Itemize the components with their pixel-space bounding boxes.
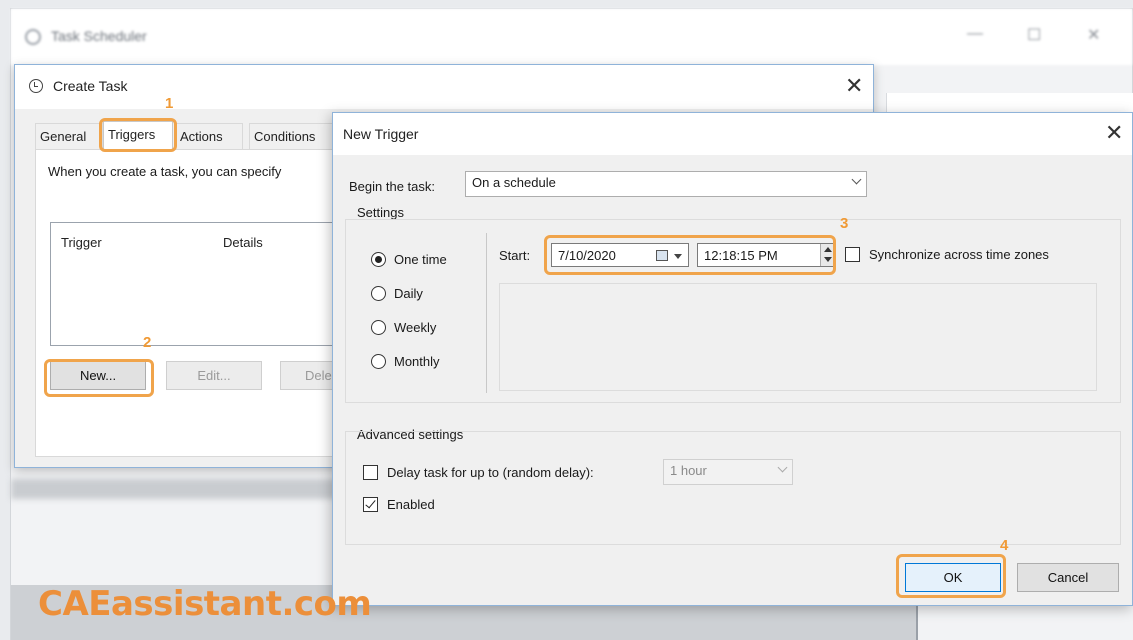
highlight-triggers-tab	[99, 118, 177, 152]
maximize-button[interactable]: ☐	[1027, 25, 1041, 45]
step-1-label: 1	[165, 95, 174, 112]
chevron-down-icon	[777, 462, 788, 473]
triggers-description: When you create a task, you can specify	[48, 164, 282, 179]
task-scheduler-title: Task Scheduler	[51, 28, 147, 44]
tab-conditions[interactable]: Conditions	[249, 123, 339, 149]
radio-circle-icon	[371, 320, 386, 335]
new-trigger-close-button[interactable]: ✕	[1105, 120, 1123, 146]
highlight-new-button	[44, 359, 154, 397]
begin-task-value: On a schedule	[472, 175, 556, 190]
delay-value: 1 hour	[670, 463, 707, 478]
start-label: Start:	[499, 248, 531, 263]
column-header-trigger[interactable]: Trigger	[61, 235, 102, 250]
edit-trigger-button[interactable]: Edit...	[166, 361, 262, 390]
create-task-close-button[interactable]: ✕	[845, 73, 863, 99]
background-strip	[11, 479, 341, 499]
settings-label: Settings	[357, 205, 404, 220]
radio-one-time-label: One time	[394, 252, 447, 267]
chevron-down-icon	[851, 174, 862, 185]
settings-divider	[486, 233, 487, 393]
tab-actions[interactable]: Actions	[175, 123, 243, 149]
close-button[interactable]: ✕	[1087, 25, 1100, 45]
radio-weekly[interactable]: Weekly	[371, 320, 436, 335]
advanced-settings-group	[345, 431, 1121, 545]
step-4-label: 4	[1000, 537, 1009, 554]
radio-monthly[interactable]: Monthly	[371, 354, 440, 369]
radio-weekly-label: Weekly	[394, 320, 437, 335]
enabled-checkbox[interactable]	[363, 497, 378, 512]
delay-label: Delay task for up to (random delay):	[387, 465, 594, 480]
column-header-details[interactable]: Details	[223, 235, 263, 250]
radio-circle-icon	[371, 354, 386, 369]
sync-timezones-checkbox[interactable]	[845, 247, 860, 262]
radio-monthly-label: Monthly	[394, 354, 440, 369]
clock-icon	[29, 79, 43, 93]
create-task-title: Create Task	[53, 78, 128, 94]
new-trigger-titlebar: New Trigger ✕	[333, 113, 1132, 155]
cancel-button[interactable]: Cancel	[1017, 563, 1119, 592]
enabled-label: Enabled	[387, 497, 435, 512]
delay-checkbox[interactable]	[363, 465, 378, 480]
minimize-button[interactable]: —	[967, 25, 983, 43]
task-scheduler-titlebar: Task Scheduler — ☐ ✕	[11, 9, 1132, 65]
step-3-label: 3	[840, 215, 849, 232]
radio-daily-label: Daily	[394, 286, 423, 301]
begin-task-label: Begin the task:	[349, 179, 435, 194]
highlight-ok-button	[896, 554, 1006, 598]
create-task-titlebar: Create Task ✕	[15, 65, 873, 109]
begin-task-select[interactable]: On a schedule	[465, 171, 867, 197]
radio-dot-icon	[371, 252, 386, 267]
radio-circle-icon	[371, 286, 386, 301]
watermark: CAEassistant.com	[38, 584, 372, 624]
radio-one-time[interactable]: One time	[371, 252, 447, 267]
new-trigger-title: New Trigger	[343, 126, 419, 142]
delay-select[interactable]: 1 hour	[663, 459, 793, 485]
tab-general[interactable]: General	[35, 123, 103, 149]
sync-timezones-label: Synchronize across time zones	[869, 247, 1049, 262]
schedule-options-panel	[499, 283, 1097, 391]
highlight-start-datetime	[544, 235, 836, 275]
task-scheduler-icon	[25, 29, 41, 45]
new-trigger-dialog: New Trigger ✕ Begin the task: On a sched…	[332, 112, 1133, 606]
radio-daily[interactable]: Daily	[371, 286, 423, 301]
step-2-label: 2	[143, 334, 152, 351]
